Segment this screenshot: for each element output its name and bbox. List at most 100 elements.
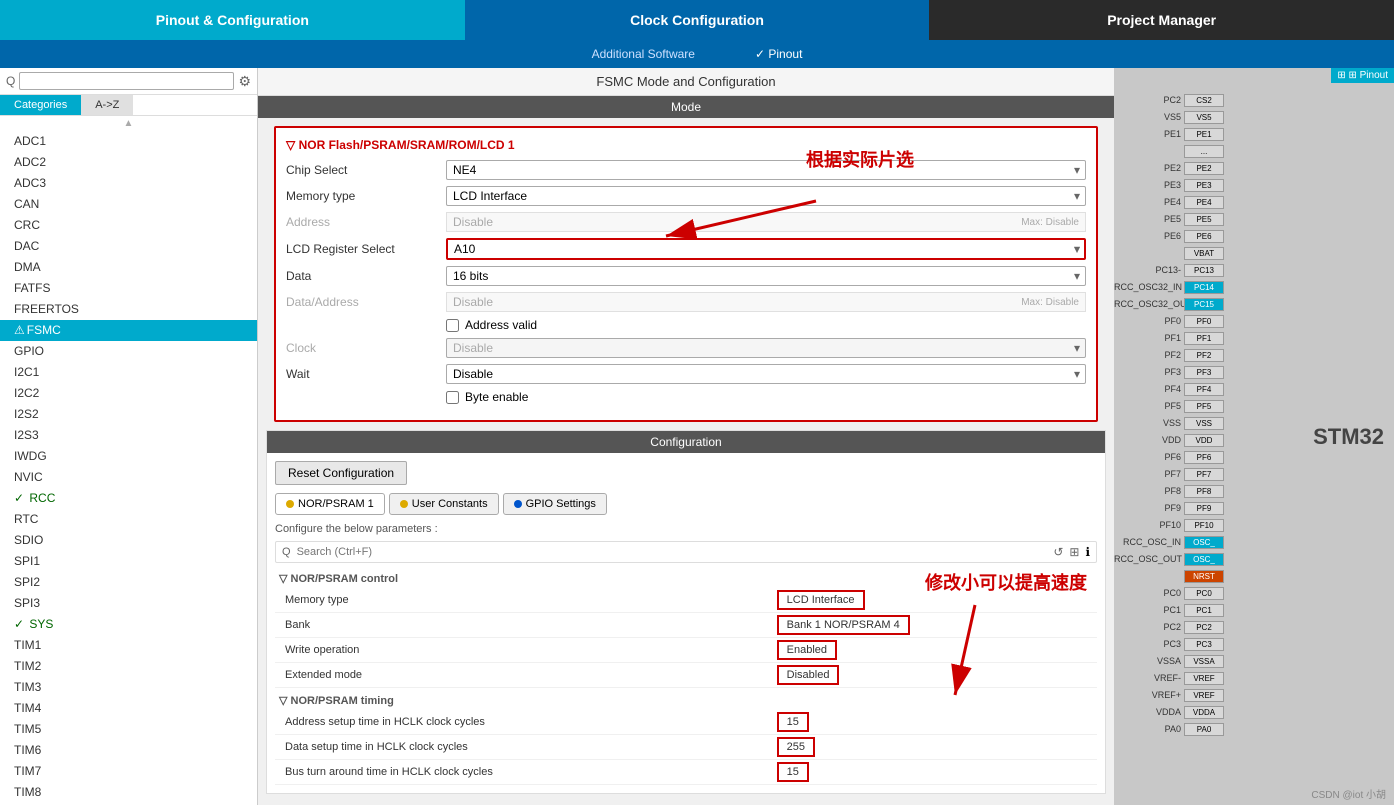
sidebar-item-freertos[interactable]: FREERTOS bbox=[0, 299, 257, 320]
pin-box[interactable]: PE4 bbox=[1184, 196, 1224, 209]
pin-box[interactable]: PC14 bbox=[1184, 281, 1224, 294]
pin-box[interactable]: OSC_ bbox=[1184, 536, 1224, 549]
sidebar-item-i2s3[interactable]: I2S3 bbox=[0, 425, 257, 446]
memory-type-input[interactable]: LCD Interface bbox=[446, 186, 1086, 206]
param-search-input[interactable] bbox=[297, 546, 1048, 558]
sidebar-item-sdio[interactable]: SDIO bbox=[0, 530, 257, 551]
nav-pinout[interactable]: ✓ Pinout bbox=[755, 47, 802, 61]
wait-wrapper[interactable]: Disable bbox=[446, 364, 1086, 384]
pin-box[interactable]: VREF bbox=[1184, 672, 1224, 685]
pin-box[interactable]: PF4 bbox=[1184, 383, 1224, 396]
chip-select-wrapper[interactable]: NE4 bbox=[446, 160, 1086, 180]
pin-box[interactable]: PE2 bbox=[1184, 162, 1224, 175]
scroll-up-arrow[interactable]: ▲ bbox=[0, 116, 257, 131]
pin-box[interactable]: PE1 bbox=[1184, 128, 1224, 141]
pin-box[interactable]: PC15 bbox=[1184, 298, 1224, 311]
sidebar-item-dac[interactable]: DAC bbox=[0, 236, 257, 257]
pin-box[interactable]: PC3 bbox=[1184, 638, 1224, 651]
nav-additional-software[interactable]: Additional Software bbox=[592, 47, 695, 61]
pin-box[interactable]: OSC_ bbox=[1184, 553, 1224, 566]
pin-box[interactable]: PE6 bbox=[1184, 230, 1224, 243]
pin-box[interactable]: PF3 bbox=[1184, 366, 1224, 379]
sidebar-item-tim7[interactable]: TIM7 bbox=[0, 761, 257, 782]
data-input[interactable]: 16 bits bbox=[446, 266, 1086, 286]
gear-icon[interactable]: ⚙ bbox=[238, 73, 251, 90]
pin-box[interactable]: VBAT bbox=[1184, 247, 1224, 260]
sidebar-item-sys[interactable]: ✓ SYS bbox=[0, 614, 257, 635]
pin-box[interactable]: PE5 bbox=[1184, 213, 1224, 226]
pin-box[interactable]: NRST bbox=[1184, 570, 1224, 583]
config-tab-user-constants[interactable]: User Constants bbox=[389, 493, 499, 515]
sidebar-item-spi1[interactable]: SPI1 bbox=[0, 551, 257, 572]
pin-box[interactable]: VSS bbox=[1184, 417, 1224, 430]
sidebar-item-fatfs[interactable]: FATFS bbox=[0, 278, 257, 299]
pin-box[interactable]: PF10 bbox=[1184, 519, 1224, 532]
pin-box[interactable]: PC1 bbox=[1184, 604, 1224, 617]
pin-box[interactable]: PC13 bbox=[1184, 264, 1224, 277]
sidebar-item-spi3[interactable]: SPI3 bbox=[0, 593, 257, 614]
sidebar-item-tim2[interactable]: TIM2 bbox=[0, 656, 257, 677]
sidebar-item-crc[interactable]: CRC bbox=[0, 215, 257, 236]
pin-box[interactable]: VS5 bbox=[1184, 111, 1224, 124]
sidebar-item-gpio[interactable]: GPIO bbox=[0, 341, 257, 362]
sidebar-item-spi2[interactable]: SPI2 bbox=[0, 572, 257, 593]
tab-categories[interactable]: Categories bbox=[0, 95, 81, 115]
pin-box[interactable]: PF9 bbox=[1184, 502, 1224, 515]
sidebar-item-adc2[interactable]: ADC2 bbox=[0, 152, 257, 173]
clock-wrapper[interactable]: Disable bbox=[446, 338, 1086, 358]
pin-box[interactable]: PF8 bbox=[1184, 485, 1224, 498]
pin-box[interactable]: PE3 bbox=[1184, 179, 1224, 192]
pin-box[interactable]: PF0 bbox=[1184, 315, 1224, 328]
pin-box[interactable]: PF6 bbox=[1184, 451, 1224, 464]
pin-box[interactable]: CS2 bbox=[1184, 94, 1224, 107]
tab-clock-config[interactable]: Clock Configuration bbox=[465, 0, 930, 40]
sidebar-item-adc1[interactable]: ADC1 bbox=[0, 131, 257, 152]
pin-box[interactable]: VREF bbox=[1184, 689, 1224, 702]
address-valid-checkbox[interactable] bbox=[446, 319, 459, 332]
refresh-icon[interactable]: ↺ bbox=[1053, 545, 1063, 559]
sidebar-item-tim6[interactable]: TIM6 bbox=[0, 740, 257, 761]
reset-config-button[interactable]: Reset Configuration bbox=[275, 461, 407, 485]
sidebar-item-can[interactable]: CAN bbox=[0, 194, 257, 215]
sidebar-item-tim3[interactable]: TIM3 bbox=[0, 677, 257, 698]
pin-box[interactable]: ... bbox=[1184, 145, 1224, 158]
lcd-register-wrapper[interactable]: A10 ▾ bbox=[446, 238, 1086, 260]
info-expand-icon[interactable]: ⊞ bbox=[1069, 545, 1079, 559]
pin-box[interactable]: PF5 bbox=[1184, 400, 1224, 413]
lcd-register-input[interactable]: A10 bbox=[446, 238, 1086, 260]
sidebar-item-tim8[interactable]: TIM8 bbox=[0, 782, 257, 803]
tab-project-manager[interactable]: Project Manager bbox=[929, 0, 1394, 40]
sidebar-item-tim4[interactable]: TIM4 bbox=[0, 698, 257, 719]
sidebar-item-nvic[interactable]: NVIC bbox=[0, 467, 257, 488]
pin-box[interactable]: PC0 bbox=[1184, 587, 1224, 600]
pin-box[interactable]: VDD bbox=[1184, 434, 1224, 447]
memory-type-wrapper[interactable]: LCD Interface bbox=[446, 186, 1086, 206]
sidebar-item-tim1[interactable]: TIM1 bbox=[0, 635, 257, 656]
search-input[interactable] bbox=[19, 72, 234, 90]
sidebar-item-rtc[interactable]: RTC bbox=[0, 509, 257, 530]
clock-input[interactable]: Disable bbox=[446, 338, 1086, 358]
pin-box[interactable]: PA0 bbox=[1184, 723, 1224, 736]
pin-box[interactable]: PC2 bbox=[1184, 621, 1224, 634]
config-tab-nor-psram[interactable]: NOR/PSRAM 1 bbox=[275, 493, 385, 515]
sidebar-item-i2c2[interactable]: I2C2 bbox=[0, 383, 257, 404]
data-wrapper[interactable]: 16 bits bbox=[446, 266, 1086, 286]
tab-az[interactable]: A->Z bbox=[81, 95, 133, 115]
wait-input[interactable]: Disable bbox=[446, 364, 1086, 384]
sidebar-item-tim5[interactable]: TIM5 bbox=[0, 719, 257, 740]
info-icon[interactable]: ℹ bbox=[1085, 545, 1090, 559]
sidebar-item-i2s2[interactable]: I2S2 bbox=[0, 404, 257, 425]
pin-box[interactable]: PF7 bbox=[1184, 468, 1224, 481]
sidebar-item-rcc[interactable]: ✓ RCC bbox=[0, 488, 257, 509]
byte-enable-checkbox[interactable] bbox=[446, 391, 459, 404]
pin-box[interactable]: PF2 bbox=[1184, 349, 1224, 362]
pin-box[interactable]: VDDA bbox=[1184, 706, 1224, 719]
config-tab-gpio-settings[interactable]: GPIO Settings bbox=[503, 493, 607, 515]
sidebar-item-i2c1[interactable]: I2C1 bbox=[0, 362, 257, 383]
pin-box[interactable]: PF1 bbox=[1184, 332, 1224, 345]
chip-select-input[interactable]: NE4 bbox=[446, 160, 1086, 180]
pin-box[interactable]: VSSA bbox=[1184, 655, 1224, 668]
sidebar-item-fsmc[interactable]: ⚠FSMC bbox=[0, 320, 257, 341]
sidebar-item-iwdg[interactable]: IWDG bbox=[0, 446, 257, 467]
sidebar-item-dma[interactable]: DMA bbox=[0, 257, 257, 278]
